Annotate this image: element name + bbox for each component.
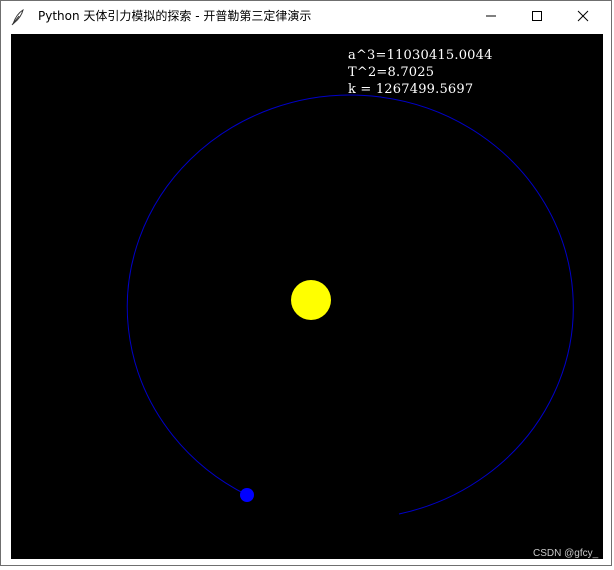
a-cubed-readout: a^3=11030415.0044	[348, 48, 493, 63]
app-window: Python 天体引力模拟的探索 - 开普勒第三定律演示 a^3=1103041…	[0, 0, 612, 566]
window-title: Python 天体引力模拟的探索 - 开普勒第三定律演示	[38, 9, 312, 23]
sun	[291, 280, 331, 320]
feather-icon	[11, 8, 24, 26]
k-value-readout: k = 1267499.5697	[348, 82, 474, 97]
t-squared-readout: T^2=8.7025	[348, 65, 435, 80]
title-bar[interactable]: Python 天体引力模拟的探索 - 开普勒第三定律演示	[1, 1, 611, 32]
planet	[240, 488, 254, 502]
maximize-icon	[532, 11, 542, 21]
minimize-button[interactable]	[468, 1, 514, 31]
watermark: CSDN @gfcy_	[533, 548, 599, 559]
maximize-button[interactable]	[514, 1, 560, 31]
close-button[interactable]	[560, 1, 606, 31]
minimize-icon	[486, 15, 496, 17]
simulation-drawing	[126, 94, 574, 515]
orbit-path	[126, 94, 574, 515]
close-icon	[577, 10, 589, 22]
simulation-canvas[interactable]: a^3=11030415.0044 T^2=8.7025 k = 1267499…	[11, 34, 603, 559]
